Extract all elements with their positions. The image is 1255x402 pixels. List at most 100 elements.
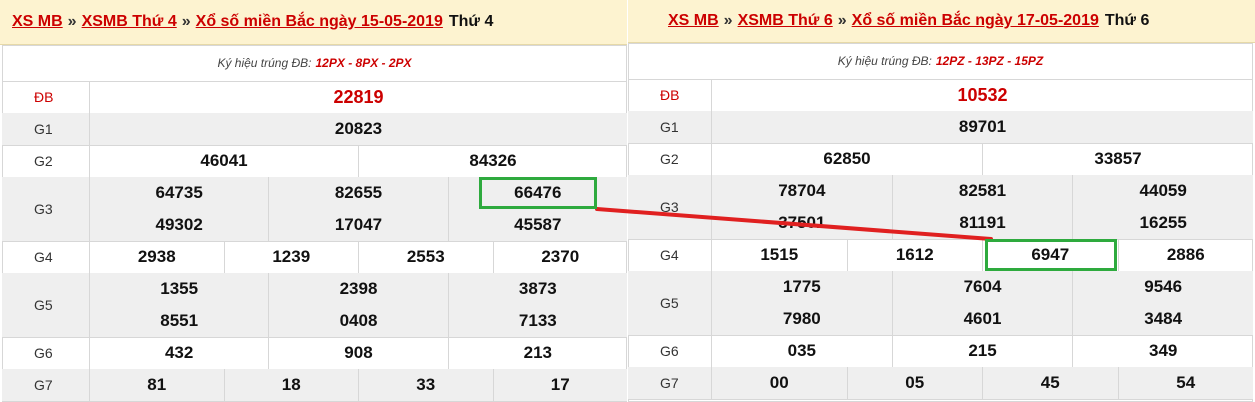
prize-number: 81191 (893, 207, 1074, 239)
prize-label: G2 (2, 145, 90, 177)
prize-number: 432 (90, 337, 270, 369)
prize-number: 44059 (1139, 181, 1187, 200)
prize-number: 54 (1176, 373, 1196, 392)
prize-row-g7: G7 81 18 33 17 (2, 369, 627, 402)
prize-row-g5: G5 1775 7604 9546 7980 4601 3484 (628, 271, 1253, 336)
prize-number: 82581 (893, 175, 1074, 207)
prize-row-db: ĐB 22819 (2, 81, 627, 114)
prize-label: G7 (2, 369, 90, 401)
prize-number: 213 (523, 343, 552, 362)
left-result-panel: XS MB » XSMB Thứ 4 » Xổ số miền Bắc ngày… (0, 0, 627, 402)
prize-number: 035 (712, 335, 893, 367)
left-breadcrumb-weekday-link[interactable]: XSMB Thứ 4 (82, 13, 177, 31)
prize-label: G4 (2, 241, 90, 273)
prize-label: G4 (628, 239, 712, 271)
prize-row-g1: G1 89701 (628, 111, 1253, 144)
prize-number: 3484 (1144, 309, 1183, 328)
prize-number: 22819 (333, 86, 384, 107)
left-weekday-label: Thứ 4 (448, 13, 494, 30)
prize-number: 20823 (334, 119, 383, 138)
prize-label: G6 (628, 335, 712, 367)
prize-number: 00 (712, 367, 848, 399)
prize-number: 64735 (90, 177, 270, 209)
prize-label: ĐB (628, 79, 712, 111)
prize-label: G5 (628, 271, 712, 335)
prize-number: 908 (269, 337, 449, 369)
prize-label: G6 (2, 337, 90, 369)
prize-row-g3: G3 64735 82655 66476 49302 17047 45587 (2, 177, 627, 242)
prize-label: G2 (628, 143, 712, 175)
prize-number: 66476 (514, 183, 562, 202)
prize-number: 7980 (712, 303, 893, 335)
right-weekday-label: Thứ 6 (1104, 12, 1150, 29)
prize-number: 2398 (269, 273, 449, 305)
prize-number: 2553 (359, 241, 494, 273)
prize-number: 7604 (893, 271, 1074, 303)
right-result-panel: XS MB » XSMB Thứ 6 » Xổ số miền Bắc ngày… (628, 0, 1255, 402)
prize-row-g2: G2 62850 33857 (628, 143, 1253, 176)
prize-number: 37501 (712, 207, 893, 239)
prize-number: 89701 (958, 117, 1007, 136)
prize-label: ĐB (2, 81, 90, 113)
prize-number: 46041 (90, 145, 359, 177)
prize-number: 2886 (1166, 245, 1205, 264)
right-breadcrumb-weekday-link[interactable]: XSMB Thứ 6 (738, 12, 833, 30)
prize-number: 2938 (90, 241, 225, 273)
left-symbol-row: Ký hiệu trúng ĐB: 12PX - 8PX - 2PX (2, 45, 627, 82)
prize-number: 82655 (269, 177, 449, 209)
right-results-table: Ký hiệu trúng ĐB: 12PZ - 13PZ - 15PZ ĐB 1… (628, 43, 1255, 402)
prize-number: 33 (359, 369, 494, 401)
prize-label: G1 (628, 111, 712, 143)
prize-row-g4: G4 2938 1239 2553 2370 (2, 241, 627, 274)
prize-row-g5: G5 1355 2398 3873 8551 0408 7133 (2, 273, 627, 338)
prize-number: 6947 (983, 239, 1119, 271)
prize-number: 62850 (712, 143, 983, 175)
prize-number: 1612 (848, 239, 983, 271)
prize-row-db: ĐB 10532 (628, 79, 1253, 112)
left-breadcrumb: XS MB » XSMB Thứ 4 » Xổ số miền Bắc ngày… (0, 0, 627, 45)
prize-number: 4601 (893, 303, 1074, 335)
symbol-label: Ký hiệu trúng ĐB: (837, 54, 932, 68)
prize-label: G3 (2, 177, 90, 241)
prize-number: 1775 (712, 271, 893, 303)
prize-number: 1355 (90, 273, 270, 305)
left-breadcrumb-xsmb-link[interactable]: XS MB (12, 13, 63, 31)
prize-number: 18 (225, 369, 359, 401)
prize-label: G1 (2, 113, 90, 145)
prize-row-g2: G2 46041 84326 (2, 145, 627, 178)
right-breadcrumb-date-link[interactable]: Xổ số miền Bắc ngày 17-05-2019 (852, 12, 1099, 30)
right-breadcrumb: XS MB » XSMB Thứ 6 » Xổ số miền Bắc ngày… (628, 0, 1255, 43)
prize-number: 17047 (269, 209, 449, 241)
prize-number: 45587 (514, 215, 562, 234)
prize-number: 2370 (541, 247, 580, 266)
prize-number: 215 (893, 335, 1074, 367)
prize-number: 9546 (1144, 277, 1183, 296)
prize-label: G3 (628, 175, 712, 239)
prize-row-g6: G6 035 215 349 (628, 335, 1253, 368)
prize-number: 33857 (1094, 149, 1142, 168)
prize-row-g7: G7 00 05 45 54 (628, 367, 1253, 400)
prize-row-g3: G3 78704 82581 44059 37501 81191 16255 (628, 175, 1253, 240)
prize-number: 78704 (712, 175, 893, 207)
symbol-label: Ký hiệu trúng ĐB: (217, 56, 312, 70)
prize-number: 0408 (269, 305, 449, 337)
left-breadcrumb-date-link[interactable]: Xổ số miền Bắc ngày 15-05-2019 (196, 13, 443, 31)
breadcrumb-separator: » (181, 13, 191, 30)
prize-label: G5 (2, 273, 90, 337)
prize-row-g4: G4 1515 1612 6947 2886 (628, 239, 1253, 272)
breadcrumb-separator: » (67, 13, 77, 30)
prize-number: 8551 (90, 305, 270, 337)
prize-number: 10532 (957, 84, 1008, 105)
prize-number: 1515 (712, 239, 848, 271)
symbol-codes: 12PX - 8PX - 2PX (315, 56, 412, 70)
prize-number: 17 (550, 375, 570, 394)
prize-number: 81 (90, 369, 225, 401)
right-breadcrumb-xsmb-link[interactable]: XS MB (668, 12, 719, 30)
prize-number: 16255 (1139, 213, 1187, 232)
right-symbol-row: Ký hiệu trúng ĐB: 12PZ - 13PZ - 15PZ (628, 43, 1253, 80)
symbol-codes: 12PZ - 13PZ - 15PZ (935, 54, 1044, 68)
prize-number: 1239 (225, 241, 359, 273)
prize-number: 3873 (518, 279, 557, 298)
prize-row-g1: G1 20823 (2, 113, 627, 146)
prize-label: G7 (628, 367, 712, 399)
